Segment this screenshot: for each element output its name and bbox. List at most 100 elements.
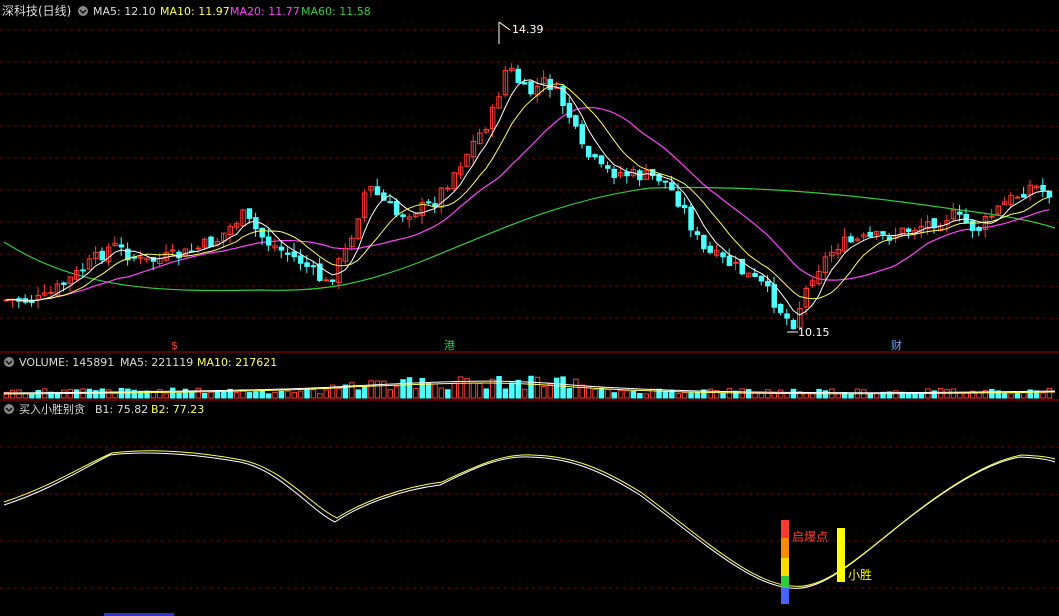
volume-bar — [381, 380, 387, 399]
candle-body — [707, 245, 713, 253]
volume-bar — [528, 375, 534, 399]
candle-body — [777, 303, 784, 313]
volume-header: VOLUME: 145891 MA5: 221119 MA10: 217621 — [4, 356, 277, 369]
volume-bar — [630, 390, 637, 399]
volume-bar — [1021, 392, 1027, 399]
volume-bar — [297, 390, 304, 399]
volume-bar — [541, 385, 547, 399]
b1-line — [3, 452, 1056, 589]
volume-bar — [918, 393, 925, 399]
event-marker-hk-connect[interactable]: 港 — [444, 339, 455, 352]
candle-body — [976, 227, 982, 232]
volume-bar — [374, 380, 381, 399]
candle-body — [99, 250, 105, 261]
collapse-icon[interactable] — [78, 6, 88, 16]
candle-body — [547, 78, 553, 90]
candle-body — [246, 208, 253, 219]
volume-bar — [893, 390, 899, 399]
volume-bar — [272, 391, 278, 399]
candle-body — [675, 191, 681, 207]
candle-body — [688, 206, 694, 231]
volume-bar — [624, 390, 630, 399]
volume-bar — [662, 390, 669, 399]
candle-body — [253, 217, 259, 230]
volume-bar — [483, 388, 489, 399]
volume-bar — [291, 391, 297, 399]
candle-body — [669, 182, 675, 191]
volume-bar — [848, 393, 854, 399]
volume-bar — [112, 392, 118, 399]
candle-body — [1014, 196, 1021, 199]
candle-body — [605, 165, 611, 169]
volume-bar — [1008, 393, 1014, 399]
volume-bar — [425, 383, 432, 399]
candle-body — [758, 275, 765, 282]
candle-body — [48, 291, 54, 294]
collapse-icon[interactable] — [4, 404, 14, 414]
candle-body — [579, 124, 585, 145]
volume-bar — [707, 388, 713, 399]
volume-bar — [125, 388, 131, 399]
volume-bar — [643, 393, 649, 399]
volume-bar — [221, 391, 227, 399]
b2-line — [3, 450, 1056, 587]
candle-body — [989, 215, 995, 218]
candle-body — [573, 115, 579, 127]
volume-bar — [681, 392, 688, 399]
candle-body — [752, 272, 758, 277]
volume-bar — [777, 389, 784, 399]
candle-body — [598, 155, 605, 165]
candle-body — [304, 262, 310, 267]
volume-bar — [617, 390, 624, 399]
candle-body — [528, 81, 534, 95]
volume-bar — [694, 392, 701, 399]
volume-bar — [534, 376, 541, 399]
ma10-line — [5, 83, 1050, 302]
volume-bar — [489, 378, 496, 399]
candle-body — [905, 228, 912, 232]
volume-bar — [592, 389, 598, 399]
volume-bar — [515, 379, 521, 399]
volume-bar — [419, 377, 425, 399]
candle-body — [285, 252, 291, 255]
candle-body — [694, 231, 701, 236]
volume-bar — [470, 382, 477, 399]
candle-body — [425, 201, 432, 204]
candle-body — [137, 256, 144, 259]
ma5-line — [5, 79, 1050, 316]
candle-body — [585, 145, 592, 158]
volume-bar — [598, 387, 605, 399]
volume-bar — [233, 392, 240, 399]
volume-bar — [432, 383, 438, 399]
buy-signal-bar[interactable] — [781, 520, 789, 604]
indicator-header: 买入小胜别贪 B1: 75.82 B2: 77.23 — [4, 402, 204, 416]
candle-body — [720, 252, 726, 258]
volume-bar — [509, 382, 515, 399]
collapse-icon[interactable] — [4, 357, 14, 367]
candle-body — [80, 269, 86, 272]
event-marker-financial-report[interactable]: 财 — [891, 338, 902, 352]
volume-bar — [521, 388, 528, 399]
signal-label: 启爆点 — [792, 530, 828, 544]
event-marker-dividend[interactable]: $ — [171, 339, 178, 352]
candle-body — [771, 284, 777, 308]
volume-ma5-value: MA5: 221119 — [120, 356, 193, 369]
b1-value: B1: 75.82 — [95, 403, 148, 416]
candle-body — [195, 247, 201, 250]
volume-bar — [496, 376, 502, 399]
ma20-value: MA20: 11.77 — [230, 5, 300, 18]
volume-bar — [637, 392, 643, 399]
price-header: 深科技(日线) MA5: 12.10 MA10: 11.97 MA20: 11.… — [2, 4, 371, 18]
volume-bar — [361, 386, 368, 399]
stock-chart[interactable]: 14.39 10.15 $ 港 财 启爆点 小胜 深科技(日线) MA5: 12… — [0, 0, 1059, 616]
volume-bar — [195, 387, 201, 399]
volume-bar — [208, 391, 214, 399]
volume-bar — [413, 388, 419, 399]
candle-body — [1046, 190, 1053, 198]
candle-body — [265, 236, 272, 246]
candle-body — [393, 200, 400, 216]
candle-body — [329, 279, 336, 282]
candle-body — [701, 234, 707, 250]
candle-body — [662, 180, 669, 183]
volume-bar — [547, 383, 553, 399]
